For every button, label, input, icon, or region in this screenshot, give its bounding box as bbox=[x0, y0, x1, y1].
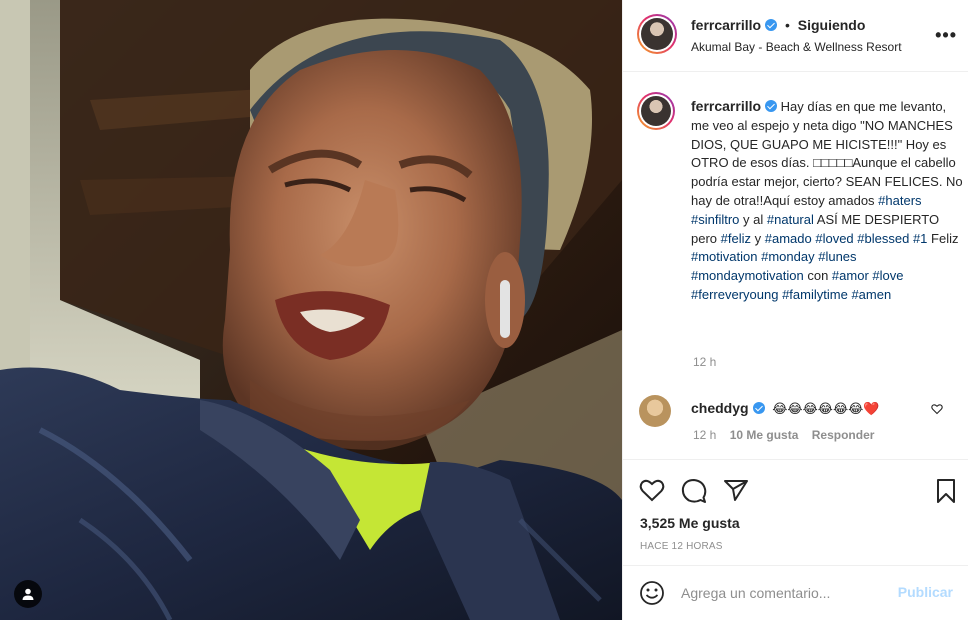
smiley-icon[interactable] bbox=[639, 580, 665, 611]
separator-dot: • bbox=[784, 17, 790, 33]
caption-segment: Feliz bbox=[927, 230, 959, 246]
author-avatar[interactable] bbox=[637, 14, 677, 54]
caption-segment: y bbox=[751, 230, 765, 246]
comments-section: ferrcarrillo Hay días en que me levanto,… bbox=[623, 72, 968, 460]
caption-username[interactable]: ferrcarrillo bbox=[691, 98, 761, 114]
commenter-avatar[interactable] bbox=[639, 395, 671, 427]
selfie-image bbox=[0, 0, 622, 620]
comment-timestamp[interactable]: 12 h bbox=[693, 428, 716, 442]
hashtag-link[interactable]: #amen bbox=[851, 287, 891, 302]
hashtag-link[interactable]: #loved bbox=[815, 231, 853, 246]
caption-timestamp[interactable]: 12 h bbox=[693, 355, 716, 369]
reply-button[interactable]: Responder bbox=[812, 428, 875, 442]
hashtag-link[interactable]: #feliz bbox=[721, 231, 751, 246]
heart-icon[interactable] bbox=[639, 478, 665, 507]
comment-bubble-icon[interactable] bbox=[681, 478, 707, 509]
likes-count[interactable]: 3,525 Me gusta bbox=[640, 515, 740, 531]
more-options-icon[interactable]: ••• bbox=[935, 26, 957, 44]
post-header: ferrcarrillo • Siguiendo Akumal Bay - Be… bbox=[623, 0, 968, 72]
caption-segment: con bbox=[803, 268, 832, 284]
hashtag-link[interactable]: #amado bbox=[765, 231, 812, 246]
caption-author-avatar[interactable] bbox=[637, 92, 675, 130]
comment-text: 😂😂😂😂😂😂❤️ bbox=[772, 401, 880, 416]
hashtag-link[interactable]: #amor bbox=[832, 268, 869, 283]
bookmark-icon[interactable] bbox=[935, 478, 957, 509]
hashtag-link[interactable]: #familytime bbox=[782, 287, 848, 302]
publish-button[interactable]: Publicar bbox=[898, 584, 953, 600]
comment-input[interactable] bbox=[681, 582, 891, 604]
post-sidebar: ferrcarrillo • Siguiendo Akumal Bay - Be… bbox=[622, 0, 968, 620]
hashtag-link[interactable]: #sinfiltro bbox=[691, 212, 739, 227]
hashtag-link[interactable]: #love bbox=[872, 268, 903, 283]
commenter-username[interactable]: cheddyg bbox=[691, 400, 749, 416]
hashtag-link[interactable]: #mondaymotivation bbox=[691, 268, 804, 283]
caption-segment: y al bbox=[739, 211, 767, 227]
location-link[interactable]: Akumal Bay - Beach & Wellness Resort bbox=[691, 40, 902, 54]
hashtag-link[interactable]: #natural bbox=[767, 212, 814, 227]
post-photo[interactable] bbox=[0, 0, 622, 620]
verified-badge-icon bbox=[765, 100, 778, 112]
hashtag-link[interactable]: #haters bbox=[878, 193, 921, 208]
following-button[interactable]: Siguiendo bbox=[798, 17, 866, 33]
verified-badge-icon bbox=[765, 19, 778, 31]
add-comment-form: Publicar bbox=[623, 565, 968, 620]
hashtag-link[interactable]: #lunes bbox=[818, 249, 856, 264]
caption-body: Hay días en que me levanto, me veo al es… bbox=[691, 99, 963, 302]
hashtag-link[interactable]: #ferreveryoung bbox=[691, 287, 778, 302]
action-bar bbox=[623, 470, 968, 510]
caption-text: ferrcarrillo Hay días en que me levanto,… bbox=[691, 97, 963, 305]
comment-item: cheddyg 😂😂😂😂😂😂❤️ 12 h 10 Me gusta Respon… bbox=[623, 392, 968, 459]
author-line: ferrcarrillo • Siguiendo bbox=[691, 17, 865, 33]
hashtag-link[interactable]: #monday bbox=[761, 249, 814, 264]
hashtag-link[interactable]: #blessed bbox=[857, 231, 909, 246]
paper-plane-icon[interactable] bbox=[723, 478, 749, 507]
caption-segment: Hay días en que me levanto, me veo al es… bbox=[691, 99, 963, 208]
comment-likes[interactable]: 10 Me gusta bbox=[730, 428, 799, 442]
comment-line: cheddyg 😂😂😂😂😂😂❤️ bbox=[691, 400, 880, 417]
verified-badge-icon bbox=[752, 402, 765, 414]
post-timestamp[interactable]: HACE 12 HORAS bbox=[640, 541, 723, 552]
comment-meta: 12 h 10 Me gusta Responder bbox=[693, 428, 874, 442]
comment-like-heart-icon[interactable] bbox=[931, 402, 943, 420]
hashtag-link[interactable]: #motivation bbox=[691, 249, 757, 264]
author-username[interactable]: ferrcarrillo bbox=[691, 17, 761, 33]
user-tag-icon[interactable] bbox=[14, 580, 42, 608]
hashtag-link[interactable]: #1 bbox=[913, 231, 927, 246]
